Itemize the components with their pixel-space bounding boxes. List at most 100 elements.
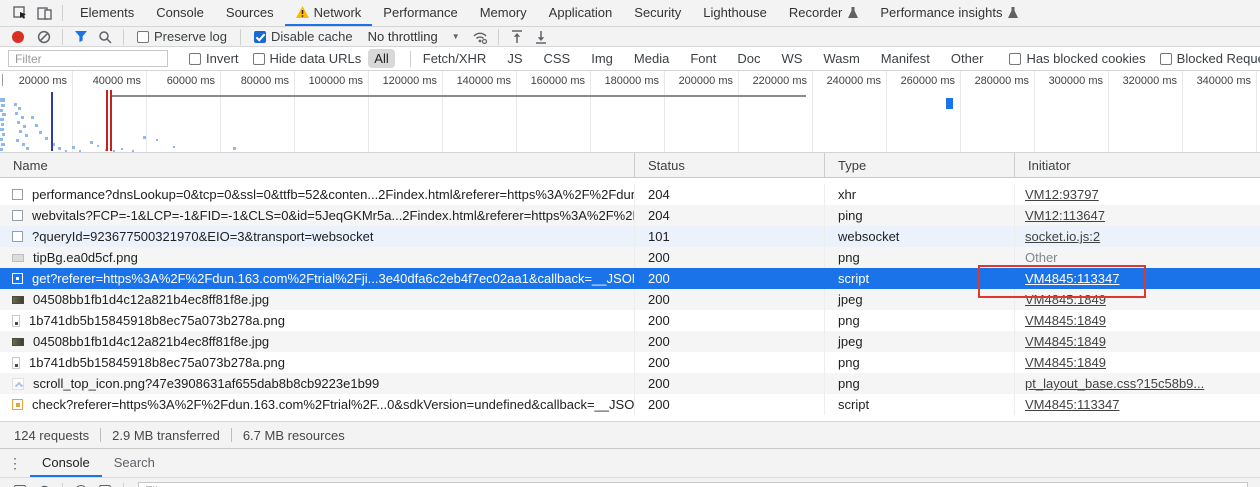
divider [231, 428, 232, 442]
initiator-link[interactable]: pt_layout_base.css?15c58b9... [1025, 376, 1204, 391]
filter-funnel-icon[interactable] [69, 25, 93, 49]
record-icon[interactable] [12, 31, 24, 43]
column-header-name[interactable]: Name [0, 153, 635, 177]
initiator-link[interactable]: VM4845:1849 [1025, 334, 1106, 349]
timeline-activity-mark [58, 147, 61, 150]
column-header-initiator[interactable]: Initiator [1015, 153, 1260, 177]
column-header-type[interactable]: Type [825, 153, 1015, 177]
checkbox-icon [253, 53, 265, 65]
tab-network[interactable]: Network [285, 0, 373, 26]
table-row[interactable]: 1b741db5b15845918b8ec75a073b278a.png200p… [0, 352, 1260, 373]
tab-elements[interactable]: Elements [69, 0, 145, 26]
initiator-link[interactable]: VM12:113647 [1025, 208, 1105, 223]
chip-ws[interactable]: WS [775, 49, 808, 68]
divider [62, 5, 63, 21]
initiator-link[interactable]: socket.io.js:2 [1025, 229, 1100, 244]
tab-performance-insights[interactable]: Performance insights [869, 0, 1029, 26]
preserve-log-checkbox[interactable]: Preserve log [137, 29, 227, 44]
divider [100, 428, 101, 442]
timeline-activity-mark [0, 128, 4, 131]
table-row[interactable]: ?queryId=923677500321970&EIO=3&transport… [0, 226, 1260, 247]
console-clear-icon[interactable] [32, 479, 56, 487]
table-row[interactable]: scroll_top_icon.png?47e3908631af655dab8b… [0, 373, 1260, 394]
timeline-tick-label: 40000 ms [71, 75, 141, 87]
chip-js[interactable]: JS [501, 49, 528, 68]
tab-sources[interactable]: Sources [215, 0, 285, 26]
timeline-activity-mark [0, 148, 3, 151]
timeline-tick-label: 20000 ms [0, 75, 67, 87]
initiator-link[interactable]: VM12:93797 [1025, 187, 1099, 202]
name-cell: check?referer=https%3A%2F%2Fdun.163.com%… [0, 394, 635, 415]
drawer-tab-console[interactable]: Console [30, 449, 102, 477]
filter-bar: Invert Hide data URLs All Fetch/XHR JS CSS I… [0, 47, 1260, 71]
chip-css[interactable]: CSS [538, 49, 577, 68]
timeline-activity-mark [18, 107, 21, 110]
filter-input[interactable] [8, 50, 168, 67]
blocked-requests-checkbox[interactable]: Blocked Requests [1160, 51, 1260, 66]
has-blocked-cookies-checkbox[interactable]: Has blocked cookies [1009, 51, 1145, 66]
network-conditions-icon[interactable] [468, 25, 492, 49]
timeline-activity-mark [1, 104, 5, 107]
chip-manifest[interactable]: Manifest [875, 49, 936, 68]
timeline-tick-label: 220000 ms [737, 75, 807, 87]
tab-lighthouse[interactable]: Lighthouse [692, 0, 778, 26]
timeline-activity-mark [35, 124, 38, 127]
hide-data-urls-checkbox[interactable]: Hide data URLs [253, 51, 362, 66]
status-cell: 204 [635, 205, 825, 226]
inspect-cursor-icon[interactable] [8, 1, 32, 25]
chip-other[interactable]: Other [945, 49, 990, 68]
timeline-activity-mark [0, 109, 3, 112]
chip-doc[interactable]: Doc [731, 49, 766, 68]
kebab-menu-icon[interactable]: ⋮ [0, 449, 30, 477]
table-row[interactable]: performance?dnsLookup=0&tcp=0&ssl=0&ttfb… [0, 184, 1260, 205]
tab-performance[interactable]: Performance [372, 0, 468, 26]
timeline-tick-label: 160000 ms [515, 75, 585, 87]
timeline-tick-label: 200000 ms [663, 75, 733, 87]
table-row[interactable]: webvitals?FCP=-1&LCP=-1&FID=-1&CLS=0&id=… [0, 205, 1260, 226]
device-toolbar-icon[interactable] [32, 1, 56, 25]
tab-console[interactable]: Console [145, 0, 215, 26]
tab-label: Elements [80, 5, 134, 20]
timeline-activity-mark [19, 130, 22, 133]
column-header-status[interactable]: Status [635, 153, 825, 177]
timeline-activity-mark [0, 118, 4, 121]
timeline-tick-label: 140000 ms [441, 75, 511, 87]
chip-font[interactable]: Font [684, 49, 722, 68]
initiator-link[interactable]: VM4845:1849 [1025, 313, 1106, 328]
console-filter-input[interactable] [138, 482, 1248, 487]
chip-fetch-xhr[interactable]: Fetch/XHR [417, 49, 493, 68]
timeline-activity-mark [65, 150, 67, 152]
chip-media[interactable]: Media [628, 49, 675, 68]
chip-wasm[interactable]: Wasm [817, 49, 865, 68]
tab-label: Memory [480, 5, 527, 20]
initiator-link[interactable]: VM4845:1849 [1025, 355, 1106, 370]
export-har-icon[interactable] [529, 25, 553, 49]
table-row[interactable]: 1b741db5b15845918b8ec75a073b278a.png200p… [0, 310, 1260, 331]
clear-icon[interactable] [32, 25, 56, 49]
tab-recorder[interactable]: Recorder [778, 0, 869, 26]
tab-application[interactable]: Application [538, 0, 624, 26]
initiator-link[interactable]: VM4845:113347 [1025, 397, 1119, 412]
tab-security[interactable]: Security [623, 0, 692, 26]
disable-cache-checkbox[interactable]: Disable cache [254, 29, 353, 44]
invert-checkbox[interactable]: Invert [189, 51, 239, 66]
timeline-activity-mark [121, 148, 123, 150]
search-icon[interactable] [93, 25, 117, 49]
table-row[interactable]: 04508bb1fb1d4c12a821b4ec8ff81f8e.jpg200j… [0, 331, 1260, 352]
chip-all[interactable]: All [368, 49, 394, 68]
table-row[interactable]: check?referer=https%3A%2F%2Fdun.163.com%… [0, 394, 1260, 415]
tab-memory[interactable]: Memory [469, 0, 538, 26]
timeline-tick-label: 100000 ms [293, 75, 363, 87]
timeline-activity-mark [14, 103, 17, 106]
drawer-tab-search[interactable]: Search [102, 449, 167, 477]
import-har-icon[interactable] [505, 25, 529, 49]
doc-icon [12, 189, 23, 200]
chip-img[interactable]: Img [585, 49, 619, 68]
request-name: scroll_top_icon.png?47e3908631af655dab8b… [33, 373, 379, 394]
timeline-activity-mark [45, 137, 48, 140]
throttling-select[interactable]: No throttling ▼ [368, 29, 460, 44]
thumb-gray-icon [12, 254, 24, 262]
overview-timeline[interactable]: 20000 ms40000 ms60000 ms80000 ms100000 m… [0, 71, 1260, 153]
request-name: ?queryId=923677500321970&EIO=3&transport… [32, 226, 374, 247]
timeline-activity-mark [1, 143, 5, 146]
